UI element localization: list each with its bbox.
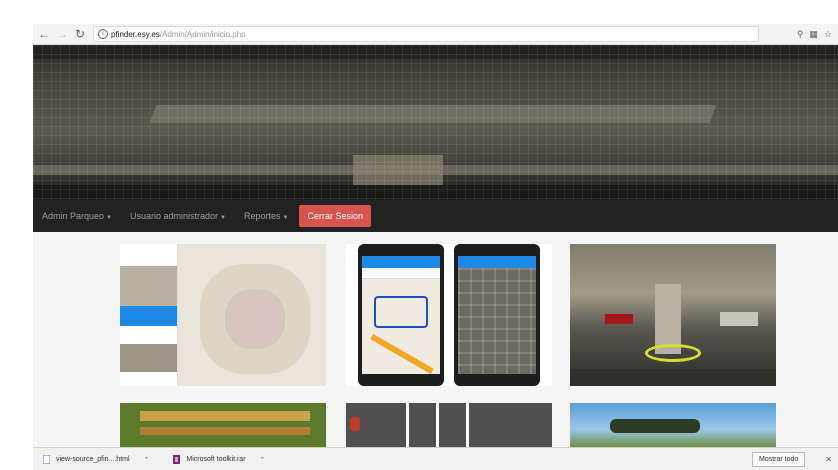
mobile-app-screenshot-image[interactable] <box>346 244 552 386</box>
back-icon[interactable]: ← <box>37 27 51 41</box>
download-item-html[interactable]: view-source_pfin....html ⌃ <box>43 455 149 464</box>
archive-icon <box>173 455 181 464</box>
info-icon[interactable]: i <box>98 29 108 39</box>
translate-icon[interactable]: ▦ <box>809 29 818 40</box>
menu-usuario-label: Usuario administrador <box>130 211 219 221</box>
file-icon <box>43 455 50 464</box>
reload-icon[interactable]: ↻ <box>73 27 87 41</box>
close-icon[interactable]: ✕ <box>825 455 832 464</box>
main-navbar: Admin Parqueo ▼ Usuario administrador ▼ Re… <box>33 200 838 232</box>
hero-banner-image <box>33 45 838 200</box>
menu-usuario-administrador[interactable]: Usuario administrador ▼ <box>121 211 235 221</box>
caret-down-icon: ▼ <box>106 215 112 221</box>
url-path: /Admin/Admin/inicio.php <box>159 29 246 39</box>
parking-lot-topdown-image[interactable] <box>346 403 552 447</box>
logout-button[interactable]: Cerrar Sesion <box>299 205 372 227</box>
menu-reportes-label: Reportes <box>244 211 281 221</box>
download-item-rar-label: Microsoft toolkit.rar <box>186 456 246 463</box>
parking-garage-render-image[interactable] <box>570 244 776 386</box>
chevron-up-icon[interactable]: ⌃ <box>144 456 150 464</box>
menu-reportes[interactable]: Reportes ▼ <box>235 211 297 221</box>
map-screenshot-image[interactable] <box>120 244 326 386</box>
url-host: pfinder.esy.es <box>111 29 160 39</box>
downloads-bar: view-source_pfin....html ⌃ Microsoft too… <box>33 447 838 470</box>
menu-admin-parqueo-label: Admin Parqueo <box>42 211 105 221</box>
caret-down-icon: ▼ <box>220 215 226 221</box>
key-icon[interactable]: ⚲ <box>797 29 804 40</box>
gallery <box>33 232 838 447</box>
bookmark-star-icon[interactable]: ☆ <box>824 29 832 40</box>
forward-icon[interactable]: → <box>55 27 69 41</box>
outdoor-parking-image[interactable] <box>570 403 776 447</box>
show-all-button[interactable]: Mostrar todo <box>752 452 806 467</box>
caret-down-icon: ▼ <box>282 215 289 221</box>
chevron-up-icon[interactable]: ⌃ <box>260 456 266 464</box>
browser-toolbar: ← → ↻ i pfinder.esy.es /Admin/Admin/inic… <box>33 24 838 45</box>
game-screenshot-image[interactable] <box>120 403 326 447</box>
menu-admin-parqueo[interactable]: Admin Parqueo ▼ <box>33 211 121 221</box>
browser-window: ← → ↻ i pfinder.esy.es /Admin/Admin/inic… <box>0 0 838 470</box>
address-bar[interactable]: i pfinder.esy.es /Admin/Admin/inicio.php <box>93 26 759 42</box>
download-item-html-label: view-source_pfin....html <box>56 456 130 463</box>
download-item-rar[interactable]: Microsoft toolkit.rar ⌃ <box>173 455 265 464</box>
